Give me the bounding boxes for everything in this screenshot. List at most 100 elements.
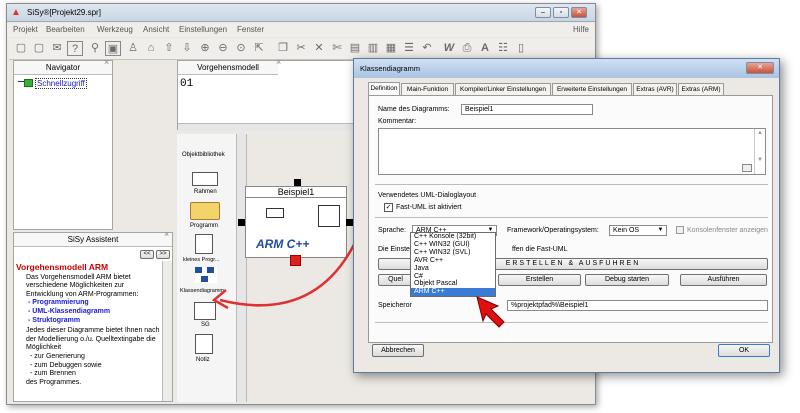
tab-kompiler-linker[interactable]: Kompiler/Linker Einstellungen: [455, 83, 551, 95]
list-icon[interactable]: ☰: [401, 41, 417, 56]
forward-button[interactable]: >>: [156, 250, 170, 259]
book-icon[interactable]: ▯: [513, 41, 529, 56]
debug-starten-button[interactable]: Debug starten: [585, 274, 669, 286]
binoculars-icon[interactable]: ⚲: [87, 41, 103, 56]
menu-einstellungen[interactable]: Einstellungen: [179, 25, 227, 34]
note-icon[interactable]: [195, 334, 213, 354]
konsole-checkbox[interactable]: [676, 226, 684, 234]
dialog-close-button[interactable]: ✕: [746, 62, 774, 74]
down-arrow-icon[interactable]: ⇩: [179, 41, 195, 56]
diagram-name-input[interactable]: Beispiel1: [461, 104, 593, 115]
menu-ansicht[interactable]: Ansicht: [143, 25, 169, 34]
option-cpp-win32-gui[interactable]: C++ WIN32 (GUI): [411, 241, 495, 249]
grid-icon[interactable]: ▦: [383, 41, 399, 56]
menu-bearbeiten[interactable]: Bearbeiten: [46, 25, 85, 34]
zoom-fit-icon[interactable]: ⊙: [233, 41, 249, 56]
resize-handle[interactable]: [294, 179, 301, 186]
framework-label: Framework/Operatingsystem:: [507, 227, 599, 234]
paste-icon[interactable]: ▤: [347, 41, 363, 56]
undo-icon[interactable]: ↶: [419, 41, 435, 56]
vertical-scrollbar[interactable]: [162, 261, 172, 401]
option-cpp-konsole[interactable]: C++ Konsole (32bit): [411, 233, 495, 241]
chevron-down-icon[interactable]: ▼: [656, 226, 665, 235]
close-icon[interactable]: ×: [276, 57, 281, 67]
framework-value: Kein OS: [613, 227, 640, 234]
konsole-label: Konsolenfenster anzeigen: [687, 227, 768, 234]
bullet-label: zum Debuggen sowie: [34, 361, 102, 369]
link-struktogramm[interactable]: - Struktogramm: [16, 317, 160, 326]
link-uml-klassendiagramm[interactable]: - UML-Klassendiagramm: [16, 308, 160, 317]
assistant-heading: Vorgehensmodell ARM: [16, 262, 109, 272]
ok-button[interactable]: OK: [718, 344, 770, 357]
menu-projekt[interactable]: Projekt: [13, 25, 38, 34]
home-icon[interactable]: ⌂: [143, 41, 159, 56]
option-objekt-pascal[interactable]: Objekt Pascal: [411, 280, 495, 288]
erstellen-button[interactable]: Erstellen: [498, 274, 581, 286]
copy-icon[interactable]: ❐: [275, 41, 291, 56]
word-icon[interactable]: W: [441, 41, 457, 56]
tree-item-schnellzugriff[interactable]: Schnellzugriff: [18, 78, 108, 89]
window-icon[interactable]: ▣: [105, 41, 121, 56]
tab-definition[interactable]: Definition: [368, 82, 400, 95]
editor-tab[interactable]: Vorgehensmodell: [178, 61, 278, 75]
close-icon[interactable]: ×: [104, 57, 109, 67]
zoom-out-icon[interactable]: ⊖: [215, 41, 231, 56]
rahmen-icon[interactable]: [192, 172, 218, 186]
framework-select[interactable]: Kein OS ▼: [609, 225, 667, 236]
up-arrow-icon[interactable]: ⇧: [161, 41, 177, 56]
font-icon[interactable]: A: [477, 41, 493, 56]
tab-extras-avr[interactable]: Extras (AVR): [633, 83, 677, 95]
tab-erweiterte[interactable]: Erweiterte Einstellungen: [552, 83, 632, 95]
print-icon[interactable]: ⎙: [459, 41, 475, 56]
menu-hilfe[interactable]: Hilfe: [573, 25, 589, 34]
palette-header: Objektbibliothek: [182, 152, 225, 158]
folder-icon[interactable]: [190, 202, 220, 220]
navigator-tab[interactable]: Navigator: [14, 61, 112, 75]
comment-textarea[interactable]: ▲ ▼: [378, 128, 766, 175]
navigator-panel: Navigator × Schnellzugriff: [13, 57, 113, 230]
delete-icon[interactable]: ✕: [311, 41, 327, 56]
person-icon[interactable]: ♙: [125, 41, 141, 56]
link-label: Programmierung: [32, 299, 89, 307]
scissors-icon[interactable]: ✄: [329, 41, 345, 56]
option-cpp-win32-svl[interactable]: C++ WIN32 (SVL): [411, 249, 495, 257]
speicherort-input[interactable]: %projektpfad%\Beispiel1: [507, 300, 768, 311]
assistant-tab[interactable]: SiSy Assistent: [14, 233, 172, 247]
tab-main-funktion[interactable]: Main-Funktion: [401, 83, 454, 95]
bullet-label: zur Generierung: [34, 352, 85, 360]
mail-icon[interactable]: ✉: [49, 41, 65, 56]
cut-icon[interactable]: ✂: [293, 41, 309, 56]
tab-extras-arm[interactable]: Extras (ARM): [678, 83, 724, 95]
new-file-icon[interactable]: ▢: [13, 41, 29, 56]
dialog-title-bar: Klassendiagramm ✕: [354, 59, 779, 78]
assistant-content: Vorgehensmodell ARM Das Vorgehensmodell …: [16, 263, 160, 387]
link-label: Struktogramm: [32, 316, 81, 324]
menu-werkzeug[interactable]: Werkzeug: [97, 25, 133, 34]
option-avr-cpp[interactable]: AVR C++: [411, 257, 495, 265]
quelltext-button[interactable]: Quel: [378, 274, 413, 286]
expand-icon[interactable]: [742, 164, 752, 172]
fast-uml-checkbox[interactable]: ✓: [384, 203, 393, 212]
ausfuehren-button[interactable]: Ausführen: [680, 274, 767, 286]
minimize-button[interactable]: –: [535, 7, 551, 18]
option-csharp[interactable]: C#: [411, 273, 495, 281]
help-icon[interactable]: ?: [67, 41, 83, 56]
editor-line[interactable]: 01: [180, 78, 193, 90]
close-icon[interactable]: ×: [164, 229, 169, 239]
open-file-icon[interactable]: ▢: [31, 41, 47, 56]
abbrechen-button[interactable]: Abbrechen: [372, 344, 424, 357]
maximize-button[interactable]: ▫: [553, 7, 569, 18]
back-button[interactable]: <<: [140, 250, 154, 259]
export-icon[interactable]: ⇱: [251, 41, 267, 56]
scrollbar-arrows[interactable]: ▲ ▼: [754, 129, 765, 174]
clipboard-icon[interactable]: ▥: [365, 41, 381, 56]
einstell-tail: ffen die Fast-UML: [512, 246, 568, 253]
menu-fenster[interactable]: Fenster: [237, 25, 264, 34]
format-icon[interactable]: ☷: [495, 41, 511, 56]
palette-label-notiz: Notiz: [196, 357, 210, 363]
link-programmierung[interactable]: - Programmierung: [16, 299, 160, 308]
link-label: UML-Klassendiagramm: [32, 307, 111, 315]
zoom-in-icon[interactable]: ⊕: [197, 41, 213, 56]
option-java[interactable]: Java: [411, 265, 495, 273]
close-button[interactable]: ✕: [571, 7, 587, 18]
